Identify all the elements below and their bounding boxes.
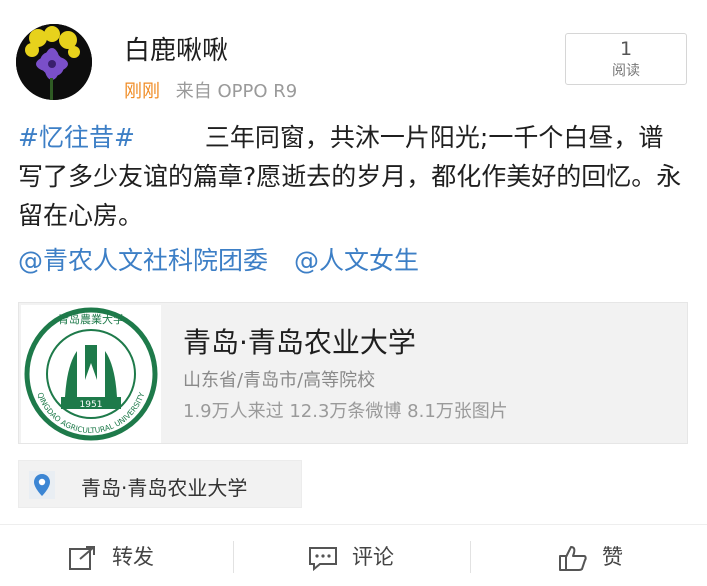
card-title: 青岛·青岛农业大学 [183,326,416,359]
logo-calligraphy: 青岛農業大学 [58,312,124,326]
location-tag[interactable]: 青岛·青岛农业大学 [18,460,302,508]
action-bar: 转发 评论 赞 [0,524,707,586]
map-pin-icon [29,471,55,499]
post-time: 刚刚 [124,81,160,102]
comment-label: 评论 [352,545,394,569]
post-source: 来自 OPPO R9 [176,81,297,102]
read-count: 1 [619,38,633,60]
avatar[interactable] [16,24,92,100]
card-subtitle: 山东省/青岛市/高等院校 [183,370,376,391]
post-body: #忆往昔# 三年同窗，共沐一片阳光;一千个白昼，谱写了多少友谊的篇章?愿逝去的岁月… [18,118,688,235]
comment-button[interactable]: 评论 [308,541,394,572]
read-count-box: 1 阅读 [565,33,687,85]
mentions: @青农人文社科院团委 @人文女生 [18,241,437,277]
mention-link[interactable]: @人文女生 [294,246,419,275]
location-card[interactable]: 1951 青岛農業大学 QINGDAO AGRICULTURAL UNIVERS… [18,302,688,444]
hashtag-link[interactable]: #忆往昔# [18,123,135,152]
repost-button[interactable]: 转发 [68,541,154,571]
card-stats: 1.9万人来过 12.3万条微博 8.1万张图片 [183,401,508,422]
repost-label: 转发 [112,545,154,569]
read-label: 阅读 [612,63,640,79]
author-name[interactable]: 白鹿啾啾 [124,30,228,67]
source-text: 来自 OPPO R9 [175,81,298,102]
divider [470,541,471,573]
logo-year: 1951 [80,400,103,410]
post-meta: 刚刚 来自 OPPO R9 [124,77,297,103]
divider [233,541,234,573]
like-icon [559,546,587,571]
location-label: 青岛·青岛农业大学 [81,476,248,500]
comment-icon [309,547,337,572]
avatar-flower-image [16,24,92,100]
university-logo-icon: 1951 青岛農業大学 QINGDAO AGRICULTURAL UNIVERS… [24,307,158,441]
university-logo: 1951 青岛農業大学 QINGDAO AGRICULTURAL UNIVERS… [21,305,161,443]
like-button[interactable]: 赞 [558,541,623,572]
like-label: 赞 [602,545,623,569]
mention-link[interactable]: @青农人文社科院团委 [18,246,268,275]
repost-icon [69,546,95,570]
